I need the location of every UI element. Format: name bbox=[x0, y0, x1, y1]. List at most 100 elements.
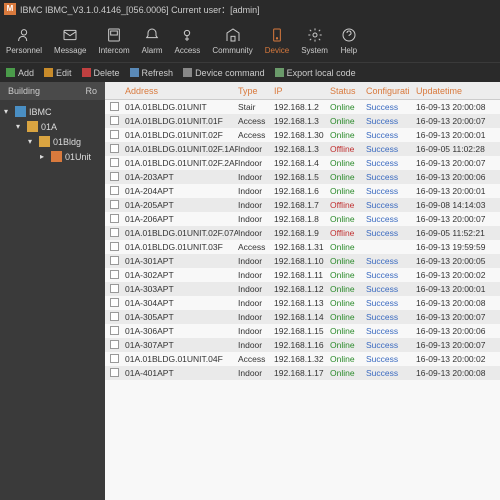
table-row[interactable]: 01A.01BLDG.01UNITStair192.168.1.2OnlineS… bbox=[105, 100, 500, 114]
cell-status: Online bbox=[330, 284, 366, 294]
row-checkbox[interactable] bbox=[110, 270, 119, 279]
table-row[interactable]: 01A.01BLDG.01UNIT.01FAccess192.168.1.3On… bbox=[105, 114, 500, 128]
toolbar-personnel[interactable]: Personnel bbox=[6, 26, 42, 55]
access-icon bbox=[178, 26, 196, 44]
row-checkbox[interactable] bbox=[110, 144, 119, 153]
row-checkbox[interactable] bbox=[110, 256, 119, 265]
cell-address: 01A.01BLDG.01UNIT.02F.07AF bbox=[123, 228, 238, 238]
toolbar-help[interactable]: Help bbox=[340, 26, 358, 55]
row-checkbox[interactable] bbox=[110, 214, 119, 223]
tree-node[interactable]: ▾IBMC bbox=[0, 104, 105, 119]
row-checkbox[interactable] bbox=[110, 200, 119, 209]
table-row[interactable]: 01A.01BLDG.01UNIT.02F.1AP1Indoor192.168.… bbox=[105, 142, 500, 156]
action-device-command[interactable]: Device command bbox=[183, 68, 265, 78]
cell-address: 01A.01BLDG.01UNIT bbox=[123, 102, 238, 112]
cell-ip: 192.168.1.17 bbox=[274, 368, 330, 378]
expand-icon[interactable]: ▸ bbox=[40, 152, 48, 161]
table-row[interactable]: 01A.01BLDG.01UNIT.02F.2AP1Indoor192.168.… bbox=[105, 156, 500, 170]
help-icon bbox=[340, 26, 358, 44]
cell-ip: 192.168.1.31 bbox=[274, 242, 330, 252]
table-row[interactable]: 01A-307APTIndoor192.168.1.16OnlineSucces… bbox=[105, 338, 500, 352]
tree-node[interactable]: ▸01Unit bbox=[0, 149, 105, 164]
row-checkbox[interactable] bbox=[110, 172, 119, 181]
cell-config: Success bbox=[366, 214, 416, 224]
table-row[interactable]: 01A-206APTIndoor192.168.1.8OnlineSuccess… bbox=[105, 212, 500, 226]
node-icon bbox=[51, 151, 62, 162]
action-delete[interactable]: Delete bbox=[82, 68, 120, 78]
row-checkbox[interactable] bbox=[110, 340, 119, 349]
expand-icon[interactable]: ▾ bbox=[4, 107, 12, 116]
cell-ip: 192.168.1.3 bbox=[274, 116, 330, 126]
row-checkbox[interactable] bbox=[110, 102, 119, 111]
cell-ip: 192.168.1.4 bbox=[274, 158, 330, 168]
action-label: Add bbox=[18, 68, 34, 78]
row-checkbox[interactable] bbox=[110, 368, 119, 377]
col-header[interactable]: Address bbox=[123, 86, 238, 96]
cell-address: 01A.01BLDG.01UNIT.02F.2AP1 bbox=[123, 158, 238, 168]
tree-node[interactable]: ▾01A bbox=[0, 119, 105, 134]
row-checkbox[interactable] bbox=[110, 312, 119, 321]
cell-status: Online bbox=[330, 298, 366, 308]
toolbar-system[interactable]: System bbox=[301, 26, 328, 55]
table-row[interactable]: 01A-204APTIndoor192.168.1.6OnlineSuccess… bbox=[105, 184, 500, 198]
row-checkbox[interactable] bbox=[110, 186, 119, 195]
row-checkbox[interactable] bbox=[110, 284, 119, 293]
alarm-icon bbox=[143, 26, 161, 44]
cell-type: Indoor bbox=[238, 270, 274, 280]
table-row[interactable]: 01A-203APTIndoor192.168.1.5OnlineSuccess… bbox=[105, 170, 500, 184]
cell-status: Online bbox=[330, 270, 366, 280]
table-row[interactable]: 01A-302APTIndoor192.168.1.11OnlineSucces… bbox=[105, 268, 500, 282]
action-export-local-code[interactable]: Export local code bbox=[275, 68, 356, 78]
table-row[interactable]: 01A-205APTIndoor192.168.1.7OfflineSucces… bbox=[105, 198, 500, 212]
col-header[interactable]: Status bbox=[330, 86, 366, 96]
toolbar-message[interactable]: Message bbox=[54, 26, 86, 55]
expand-icon[interactable]: ▾ bbox=[16, 122, 24, 131]
node-icon bbox=[39, 136, 50, 147]
table-row[interactable]: 01A.01BLDG.01UNIT.02F.07AFIndoor192.168.… bbox=[105, 226, 500, 240]
action-add[interactable]: Add bbox=[6, 68, 34, 78]
toolbar-label: Access bbox=[175, 46, 201, 55]
table-row[interactable]: 01A-305APTIndoor192.168.1.14OnlineSucces… bbox=[105, 310, 500, 324]
table-row[interactable]: 01A-301APTIndoor192.168.1.10OnlineSucces… bbox=[105, 254, 500, 268]
action-edit[interactable]: Edit bbox=[44, 68, 72, 78]
cell-config: Success bbox=[366, 312, 416, 322]
row-checkbox[interactable] bbox=[110, 130, 119, 139]
cell-ip: 192.168.1.5 bbox=[274, 172, 330, 182]
table-row[interactable]: 01A-306APTIndoor192.168.1.15OnlineSucces… bbox=[105, 324, 500, 338]
table-row[interactable]: 01A.01BLDG.01UNIT.03FAccess192.168.1.31O… bbox=[105, 240, 500, 254]
toolbar-intercom[interactable]: Intercom bbox=[99, 26, 130, 55]
toolbar-alarm[interactable]: Alarm bbox=[142, 26, 163, 55]
cell-status: Offline bbox=[330, 200, 366, 210]
col-header[interactable]: Updatetime bbox=[416, 86, 500, 96]
expand-icon[interactable]: ▾ bbox=[28, 137, 36, 146]
table-row[interactable]: 01A-303APTIndoor192.168.1.12OnlineSucces… bbox=[105, 282, 500, 296]
table-row[interactable]: 01A.01BLDG.01UNIT.02FAccess192.168.1.30O… bbox=[105, 128, 500, 142]
cell-address: 01A.01BLDG.01UNIT.03F bbox=[123, 242, 238, 252]
toolbar-label: Intercom bbox=[99, 46, 130, 55]
toolbar-label: Help bbox=[341, 46, 357, 55]
tree-node[interactable]: ▾01Bldg bbox=[0, 134, 105, 149]
row-checkbox[interactable] bbox=[110, 158, 119, 167]
row-checkbox[interactable] bbox=[110, 354, 119, 363]
toolbar-device[interactable]: Device bbox=[265, 26, 289, 55]
cell-time: 16-09-13 20:00:07 bbox=[416, 312, 500, 322]
row-checkbox[interactable] bbox=[110, 326, 119, 335]
cell-time: 16-09-13 20:00:07 bbox=[416, 340, 500, 350]
table-row[interactable]: 01A-304APTIndoor192.168.1.13OnlineSucces… bbox=[105, 296, 500, 310]
toolbar-access[interactable]: Access bbox=[175, 26, 201, 55]
tree-panel: Building Ro ▾IBMC▾01A▾01Bldg▸01Unit bbox=[0, 82, 105, 500]
col-header[interactable]: Configurati bbox=[366, 86, 416, 96]
col-header[interactable]: IP bbox=[274, 86, 330, 96]
toolbar-community[interactable]: Community bbox=[212, 26, 252, 55]
table-row[interactable]: 01A-401APTIndoor192.168.1.17OnlineSucces… bbox=[105, 366, 500, 380]
row-checkbox[interactable] bbox=[110, 298, 119, 307]
cell-time: 16-09-13 20:00:01 bbox=[416, 186, 500, 196]
row-checkbox[interactable] bbox=[110, 116, 119, 125]
action-refresh[interactable]: Refresh bbox=[130, 68, 174, 78]
row-checkbox[interactable] bbox=[110, 228, 119, 237]
col-header[interactable]: Type bbox=[238, 86, 274, 96]
toolbar-label: Device bbox=[265, 46, 289, 55]
cell-address: 01A-401APT bbox=[123, 368, 238, 378]
row-checkbox[interactable] bbox=[110, 242, 119, 251]
table-row[interactable]: 01A.01BLDG.01UNIT.04FAccess192.168.1.32O… bbox=[105, 352, 500, 366]
